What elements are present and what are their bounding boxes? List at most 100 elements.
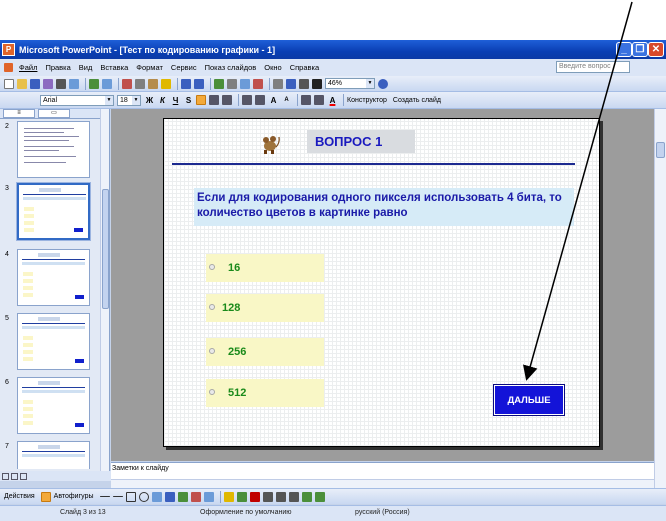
status-bar: Слайд 3 из 13 Оформление по умолчанию ру… xyxy=(0,505,666,521)
redo-icon[interactable] xyxy=(194,78,204,89)
bold-button[interactable]: Ж xyxy=(144,96,155,105)
powerpoint-app-icon: P xyxy=(2,43,15,56)
grid-icon[interactable] xyxy=(299,78,309,89)
align-left-icon[interactable] xyxy=(196,95,206,105)
maximize-button[interactable]: ❐ xyxy=(632,42,648,57)
select-objects-icon[interactable] xyxy=(40,491,51,502)
answer-option-1[interactable]: 16 xyxy=(206,254,324,282)
insert-chart-icon[interactable] xyxy=(214,78,224,89)
zoom-select[interactable]: 46% ▼ xyxy=(325,78,375,89)
arrow-style-icon[interactable] xyxy=(288,491,299,502)
open-icon[interactable] xyxy=(17,78,27,89)
preview-icon[interactable] xyxy=(69,78,79,89)
bullets-icon[interactable] xyxy=(255,95,265,105)
align-right-icon[interactable] xyxy=(222,95,232,105)
expand-all-icon[interactable] xyxy=(273,78,283,89)
actions-menu[interactable]: Действия xyxy=(4,493,35,500)
menu-view[interactable]: Вид xyxy=(79,63,93,72)
paste-icon[interactable] xyxy=(148,78,158,89)
thumbnail-scrollbar[interactable] xyxy=(100,109,109,471)
underline-button[interactable]: Ч xyxy=(170,96,181,105)
help-icon[interactable] xyxy=(378,78,388,89)
3d-style-icon[interactable] xyxy=(314,491,325,502)
thumbnail-list: 2 3 4 5 6 7 xyxy=(0,121,100,469)
font-color-button[interactable]: A xyxy=(327,96,338,105)
new-icon[interactable] xyxy=(4,78,14,89)
textbox-icon[interactable] xyxy=(151,491,162,502)
diagram-icon[interactable] xyxy=(177,491,188,502)
horizontal-scrollbar[interactable] xyxy=(111,479,654,488)
spelling-icon[interactable] xyxy=(89,78,99,89)
clipart-icon[interactable] xyxy=(190,491,201,502)
slide-thumbnail-6[interactable] xyxy=(17,377,90,434)
undo-icon[interactable] xyxy=(181,78,191,89)
slide-thumbnail-3[interactable] xyxy=(16,182,91,241)
shadow-button[interactable]: S xyxy=(183,96,194,105)
cut-icon[interactable] xyxy=(122,78,132,89)
font-size-select[interactable]: 18 ▼ xyxy=(117,94,141,106)
slide-editing-area: ВОПРОС 1 Если для кодирования одного пик… xyxy=(111,109,654,461)
next-button[interactable]: ДАЛЬШЕ xyxy=(493,384,565,416)
print-icon[interactable] xyxy=(56,78,66,89)
normal-view-icon[interactable] xyxy=(2,472,9,480)
tab-slides[interactable]: ▭ xyxy=(38,109,70,118)
new-slide-button[interactable]: Создать слайд xyxy=(393,97,441,104)
menu-slideshow[interactable]: Показ слайдов xyxy=(205,63,257,72)
align-center-icon[interactable] xyxy=(209,95,219,105)
rectangle-icon[interactable] xyxy=(125,491,136,502)
decrease-indent-icon[interactable] xyxy=(301,95,311,105)
menu-format[interactable]: Формат xyxy=(136,63,163,72)
arrow-tool-icon[interactable] xyxy=(112,496,123,497)
hyperlink-icon[interactable] xyxy=(253,78,263,89)
fill-color-icon[interactable] xyxy=(223,491,234,502)
slide-thumbnail-7[interactable] xyxy=(17,441,90,469)
tab-outline[interactable]: ≡ xyxy=(3,109,35,118)
shadow-style-icon[interactable] xyxy=(301,491,312,502)
menu-tools[interactable]: Сервис xyxy=(171,63,197,72)
menu-help[interactable]: Справка xyxy=(290,63,319,72)
slide-thumbnail-4[interactable] xyxy=(17,249,90,306)
menu-edit[interactable]: Правка xyxy=(45,63,70,72)
notes-pane[interactable]: Заметки к слайду xyxy=(111,462,654,479)
slide-thumbnail-2[interactable] xyxy=(17,121,90,178)
answer-option-3[interactable]: 256 xyxy=(206,338,324,366)
italic-button[interactable]: К xyxy=(157,96,168,105)
wordart-icon[interactable] xyxy=(164,491,175,502)
save-icon[interactable] xyxy=(30,78,40,89)
line-icon[interactable] xyxy=(99,496,110,497)
copy-icon[interactable] xyxy=(135,78,145,89)
format-painter-icon[interactable] xyxy=(161,78,171,89)
dash-style-icon[interactable] xyxy=(275,491,286,502)
autoshapes-menu[interactable]: Автофигуры xyxy=(54,493,94,500)
line-style-icon[interactable] xyxy=(262,491,273,502)
close-button[interactable]: ✕ xyxy=(648,42,664,57)
oval-icon[interactable] xyxy=(138,491,149,502)
research-icon[interactable] xyxy=(102,78,112,89)
slideshow-view-icon[interactable] xyxy=(20,472,27,480)
menu-file[interactable]: Файл xyxy=(19,63,37,72)
line-color-icon[interactable] xyxy=(236,491,247,502)
numbering-icon[interactable] xyxy=(242,95,252,105)
shrink-font-button[interactable]: A xyxy=(281,97,292,103)
menu-window[interactable]: Окно xyxy=(264,63,281,72)
help-search-input[interactable]: Введите вопрос xyxy=(556,61,630,73)
grow-font-button[interactable]: A xyxy=(268,96,279,105)
show-formatting-icon[interactable] xyxy=(286,78,296,89)
font-name-select[interactable]: Arial ▼ xyxy=(40,94,114,106)
sorter-view-icon[interactable] xyxy=(11,472,18,480)
slide-thumbnail-5[interactable] xyxy=(17,313,90,370)
text-color-icon[interactable] xyxy=(249,491,260,502)
designer-button[interactable]: Конструктор xyxy=(347,97,387,104)
insert-table-icon[interactable] xyxy=(227,78,237,89)
increase-indent-icon[interactable] xyxy=(314,95,324,105)
answer-option-4[interactable]: 512 xyxy=(206,379,324,407)
grayscale-icon[interactable] xyxy=(312,78,322,89)
window-title: Microsoft PowerPoint - [Тест по кодирова… xyxy=(19,44,276,55)
picture-icon[interactable] xyxy=(203,491,214,502)
minimize-button[interactable]: _ xyxy=(616,42,632,57)
answer-option-2[interactable]: 128 xyxy=(206,294,324,322)
slide-scrollbar[interactable] xyxy=(654,109,666,492)
permission-icon[interactable] xyxy=(43,78,53,89)
insert-picture-icon[interactable] xyxy=(240,78,250,89)
menu-insert[interactable]: Вставка xyxy=(100,63,128,72)
